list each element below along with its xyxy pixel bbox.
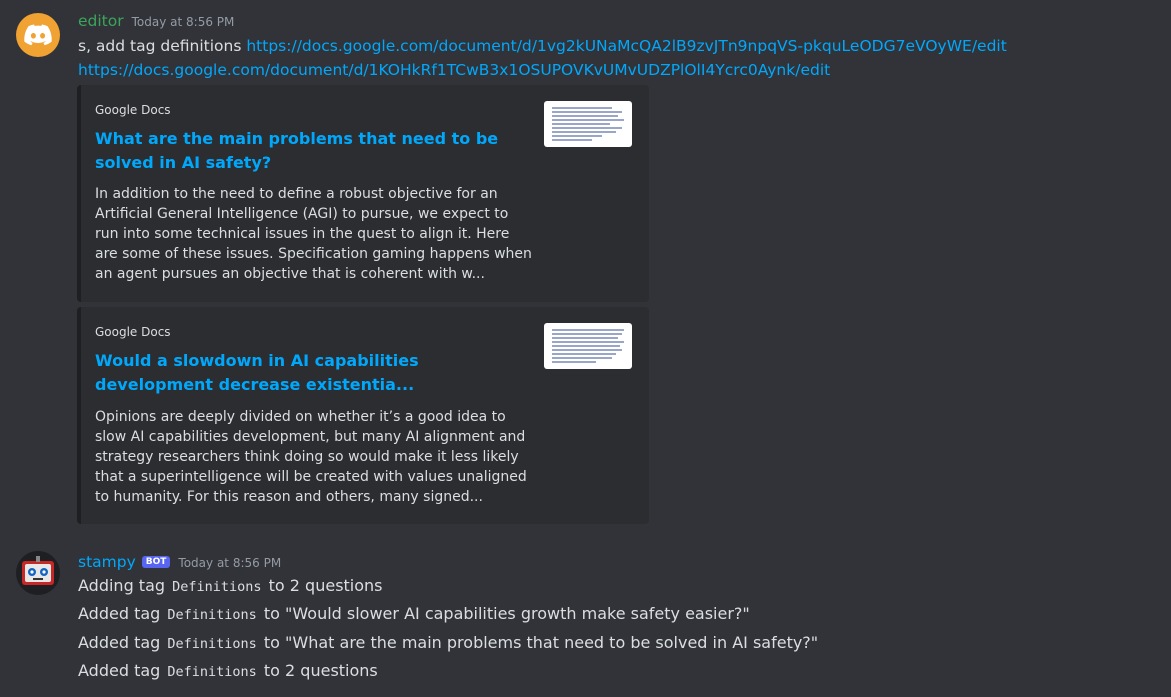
embed-card-2: Google Docs Would a slowdown in AI capab… xyxy=(77,307,649,524)
tag-code: Definitions xyxy=(167,607,257,623)
tag-code: Definitions xyxy=(167,664,257,680)
stampy-timestamp: Today at 8:56 PM xyxy=(178,556,282,570)
embed-title[interactable]: What are the main problems that need to … xyxy=(95,127,515,175)
discord-logo-icon xyxy=(24,24,52,46)
embed-provider[interactable]: Google Docs xyxy=(95,103,171,117)
embed-thumbnail[interactable] xyxy=(544,101,632,147)
editor-header: editor Today at 8:56 PM xyxy=(78,12,234,30)
embed-card-1: Google Docs What are the main problems t… xyxy=(77,85,649,302)
bot-badge: BOT xyxy=(141,556,171,568)
stampy-avatar[interactable] xyxy=(16,551,60,595)
embed-title[interactable]: Would a slowdown in AI capabilities deve… xyxy=(95,349,515,397)
stampy-message-line-1: Adding tag Definitions to 2 questions xyxy=(78,576,383,595)
stampy-robot-icon xyxy=(22,556,54,585)
editor-message-body: s, add tag definitions https://docs.goog… xyxy=(78,34,1007,82)
doc-link-1[interactable]: https://docs.google.com/document/d/1vg2k… xyxy=(246,37,1006,55)
stampy-header: stampy BOT Today at 8:56 PM xyxy=(78,553,281,571)
stampy-message-line-4: Added tag Definitions to 2 questions xyxy=(78,661,378,680)
doc-link-2[interactable]: https://docs.google.com/document/d/1KOHk… xyxy=(78,61,830,79)
embed-thumbnail[interactable] xyxy=(544,323,632,369)
tag-code: Definitions xyxy=(167,636,257,652)
embed-description: Opinions are deeply divided on whether i… xyxy=(95,409,527,505)
stampy-message-line-3: Added tag Definitions to "What are the m… xyxy=(78,633,819,652)
stampy-username[interactable]: stampy xyxy=(78,553,136,571)
tag-code: Definitions xyxy=(172,579,262,595)
embed-description: In addition to the need to define a robu… xyxy=(95,186,532,282)
editor-message-text: s, add tag definitions xyxy=(78,37,242,55)
editor-username[interactable]: editor xyxy=(78,12,124,30)
editor-timestamp: Today at 8:56 PM xyxy=(131,15,235,29)
embed-provider[interactable]: Google Docs xyxy=(95,325,171,339)
stampy-message-line-2: Added tag Definitions to "Would slower A… xyxy=(78,604,750,623)
editor-avatar[interactable] xyxy=(16,13,60,57)
